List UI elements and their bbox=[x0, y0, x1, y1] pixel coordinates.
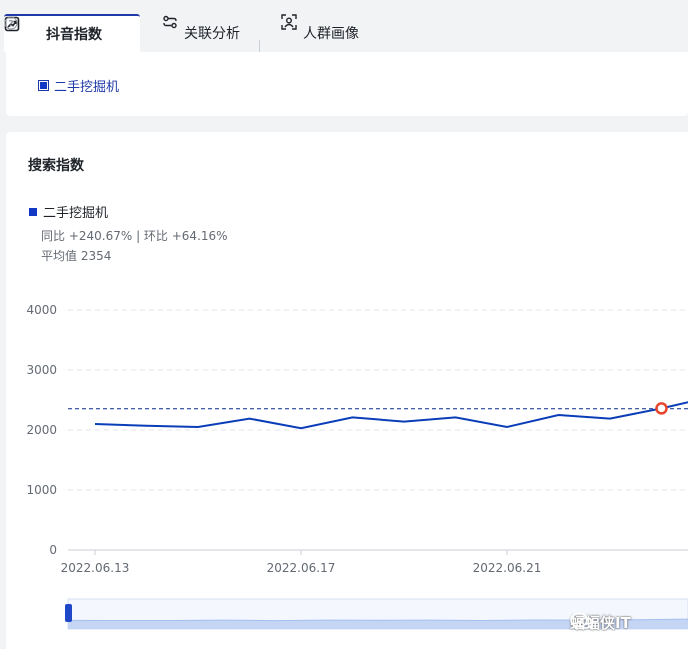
range-slider-handle bbox=[65, 604, 72, 622]
y-tick-label: 2000 bbox=[26, 423, 57, 437]
y-tick-label: 1000 bbox=[26, 483, 57, 497]
y-tick-label: 4000 bbox=[26, 303, 57, 317]
y-tick-label: 3000 bbox=[26, 363, 57, 377]
x-tick-label: 2022.06.17 bbox=[267, 561, 336, 575]
wechat-icon bbox=[570, 612, 594, 629]
x-tick-label: 2022.06.21 bbox=[473, 561, 542, 575]
data-point-highlight bbox=[655, 402, 668, 415]
watermark: 蝠蝠侠IT bbox=[570, 612, 631, 633]
series-line bbox=[94, 401, 688, 430]
y-tick-label: 0 bbox=[49, 543, 57, 557]
search-index-chart: 0 1000 2000 3000 4000 2022.06.13 2022.06.17 202… bbox=[26, 303, 688, 630]
x-tick-label: 2022.06.13 bbox=[61, 561, 130, 575]
